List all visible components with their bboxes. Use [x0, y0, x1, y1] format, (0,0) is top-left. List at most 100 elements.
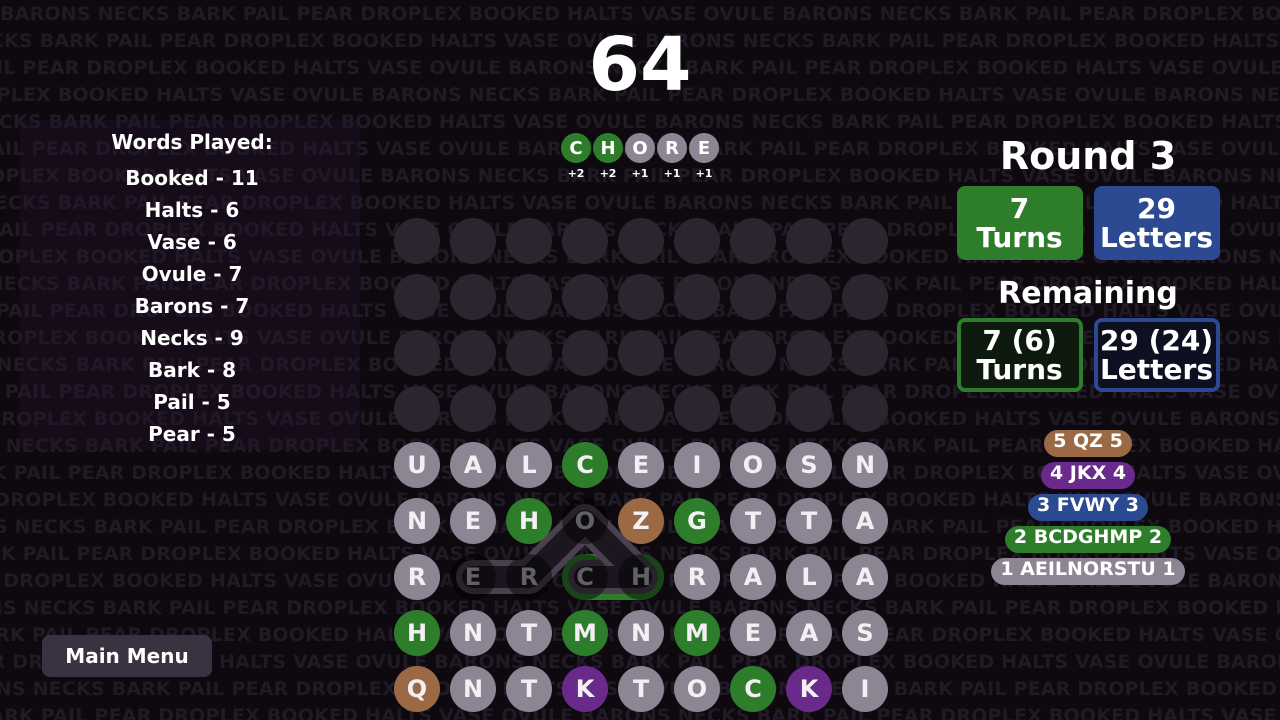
letter-tile[interactable]: E	[450, 498, 496, 544]
current-letter-tile: E	[689, 133, 719, 163]
empty-slot	[394, 386, 440, 432]
empty-slot	[842, 330, 888, 376]
empty-slot	[730, 386, 776, 432]
letter-tile[interactable]: E	[730, 610, 776, 656]
letter-tile[interactable]: Q	[394, 666, 440, 712]
current-letter-tile: O	[625, 133, 655, 163]
letter-tile[interactable]: M	[562, 610, 608, 656]
letter-tile[interactable]: N	[450, 610, 496, 656]
letter-tile[interactable]: I	[674, 442, 720, 488]
letter-tile[interactable]: O	[562, 498, 608, 544]
letter-tile[interactable]: G	[674, 498, 720, 544]
letter-tile[interactable]: H	[506, 498, 552, 544]
letter-tile[interactable]: T	[506, 666, 552, 712]
current-letter: O +1	[625, 133, 655, 180]
empty-slot	[730, 218, 776, 264]
letter-tile[interactable]: I	[842, 666, 888, 712]
current-letter: C +2	[561, 133, 591, 180]
current-letter-points: +1	[695, 167, 713, 180]
letter-tile[interactable]: H	[618, 554, 664, 600]
letter-tile[interactable]: A	[842, 498, 888, 544]
tier-badge: 2 BCDGHMP 2	[1004, 526, 1172, 553]
remaining-turns-value: 7 (6)	[982, 324, 1057, 357]
current-letter-points: +1	[663, 167, 681, 180]
empty-slot	[786, 218, 832, 264]
letter-tile[interactable]: K	[786, 666, 832, 712]
empty-slot	[674, 274, 720, 320]
current-letter-points: +2	[567, 167, 585, 180]
current-letter: R +1	[657, 133, 687, 180]
empty-slot	[674, 386, 720, 432]
current-letter-tile: R	[657, 133, 687, 163]
letter-tile[interactable]: C	[562, 554, 608, 600]
empty-slot	[506, 330, 552, 376]
letter-tile[interactable]: M	[674, 610, 720, 656]
empty-slot	[842, 218, 888, 264]
empty-slot	[786, 330, 832, 376]
letter-value-legend: 5 QZ 5 4 JKX 4 3 FVWY 3 2 BCDGHMP 2 1 AEILNO…	[944, 430, 1232, 585]
empty-slot	[618, 386, 664, 432]
letter-tile[interactable]: N	[394, 498, 440, 544]
letter-tile[interactable]: U	[394, 442, 440, 488]
letter-tile[interactable]: R	[674, 554, 720, 600]
letter-tile[interactable]: C	[730, 666, 776, 712]
current-letter-tile: H	[593, 133, 623, 163]
empty-slot	[394, 330, 440, 376]
empty-slot	[618, 274, 664, 320]
letter-tile[interactable]: N	[842, 442, 888, 488]
letter-tile[interactable]: R	[506, 554, 552, 600]
letter-tile[interactable]: E	[618, 442, 664, 488]
turns-box: 7 Turns	[956, 186, 1083, 260]
letter-tile[interactable]: A	[786, 610, 832, 656]
main-menu-button[interactable]: Main Menu	[42, 635, 212, 677]
letter-tile[interactable]: T	[730, 498, 776, 544]
letter-tile[interactable]: N	[618, 610, 664, 656]
letter-tile[interactable]: A	[450, 442, 496, 488]
letter-tile[interactable]: H	[394, 610, 440, 656]
current-letter-points: +1	[631, 167, 649, 180]
letter-tile[interactable]: L	[506, 442, 552, 488]
played-word: Halts - 6	[144, 198, 240, 222]
remaining-letters-label: Letters	[1099, 353, 1214, 386]
letter-tile[interactable]: N	[450, 666, 496, 712]
letter-tile[interactable]: Z	[618, 498, 664, 544]
letter-tile[interactable]: E	[450, 554, 496, 600]
letter-tile[interactable]: T	[618, 666, 664, 712]
letters-label: Letters	[1099, 221, 1214, 254]
empty-slot	[506, 274, 552, 320]
letter-tile[interactable]: O	[674, 666, 720, 712]
letter-tile[interactable]: T	[506, 610, 552, 656]
tier-badge: 5 QZ 5	[1044, 430, 1132, 457]
played-word: Ovule - 7	[141, 262, 243, 286]
letters-box: 29 Letters	[1093, 186, 1220, 260]
letter-tile[interactable]: C	[562, 442, 608, 488]
letters-value: 29	[1137, 192, 1176, 225]
current-letter: E +1	[689, 133, 719, 180]
letter-tile[interactable]: S	[842, 610, 888, 656]
letter-tile[interactable]: O	[730, 442, 776, 488]
remaining-letters-box: 29 (24) Letters	[1093, 318, 1220, 392]
remaining-turns-box: 7 (6) Turns	[956, 318, 1083, 392]
empty-slot	[674, 218, 720, 264]
tier-badge: 1 AEILNORSTU 1	[991, 558, 1185, 585]
letter-tile[interactable]: A	[842, 554, 888, 600]
remaining-letters-value: 29 (24)	[1099, 324, 1214, 357]
played-word: Barons - 7	[134, 294, 250, 318]
empty-slot	[786, 274, 832, 320]
empty-slot	[674, 330, 720, 376]
remaining-label: Remaining	[998, 276, 1178, 311]
letter-tile[interactable]: R	[394, 554, 440, 600]
empty-slot	[394, 218, 440, 264]
empty-slot	[450, 330, 496, 376]
letter-tile[interactable]: S	[786, 442, 832, 488]
round-panel: Round 3 7 Turns 29 Letters Remaining 7 (…	[944, 134, 1232, 392]
letter-tile[interactable]: L	[786, 554, 832, 600]
letter-tile[interactable]: A	[730, 554, 776, 600]
empty-slot	[562, 218, 608, 264]
empty-slot	[450, 274, 496, 320]
empty-slot	[562, 330, 608, 376]
letter-tile[interactable]: T	[786, 498, 832, 544]
empty-slot	[730, 330, 776, 376]
letter-tile[interactable]: K	[562, 666, 608, 712]
empty-slot	[730, 274, 776, 320]
